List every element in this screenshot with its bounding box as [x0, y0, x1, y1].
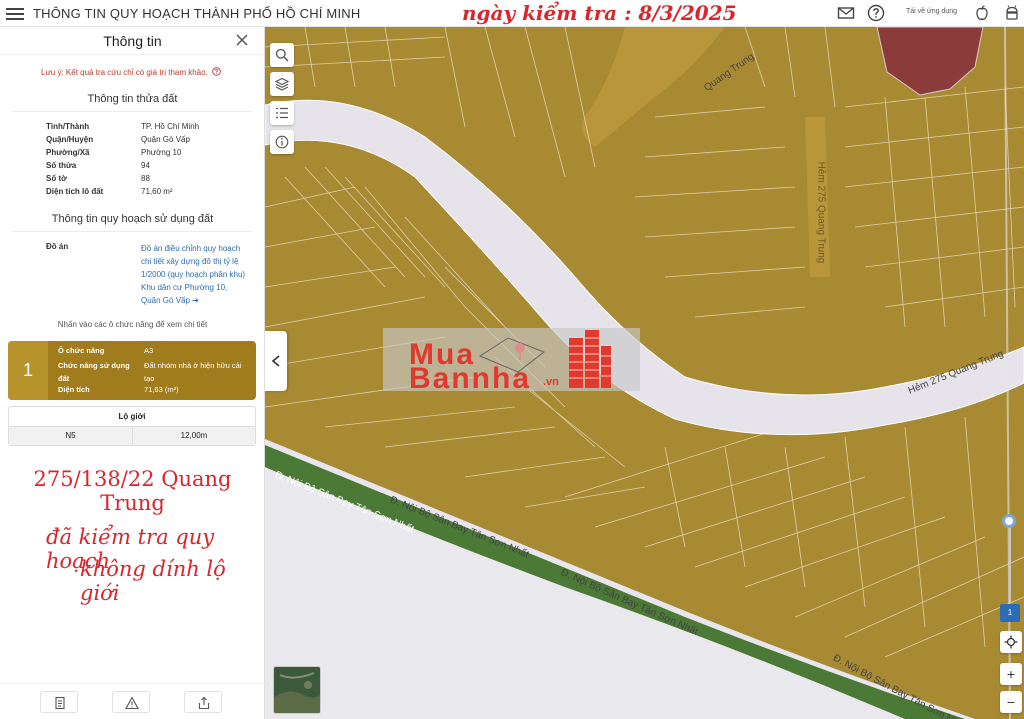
parcel-value-sheet: 88: [141, 174, 150, 183]
date-stamp: ngày kiểm tra : 8/3/2025: [462, 1, 737, 25]
help-icon[interactable]: [867, 4, 885, 22]
search-icon: [275, 48, 289, 62]
red-note-line2: không dính lộ giới: [80, 557, 226, 605]
list-icon: [276, 107, 288, 119]
planning-section-title: Thông tin quy hoạch sử dụng đất: [51, 213, 214, 225]
zone-label-land-use: Chức năng sử dụng đất: [58, 361, 130, 383]
close-icon[interactable]: [236, 34, 248, 46]
share-button[interactable]: [184, 691, 222, 713]
watermark: Mua Bannha .vn: [383, 328, 640, 395]
document-icon: [55, 696, 65, 710]
road-label-hem-vertical: Hẻm 275 Quang Trung: [815, 161, 827, 264]
parcel-label-lot: Số thửa: [46, 161, 77, 170]
zone-label-function-cell: Ô chức năng: [58, 346, 105, 355]
parcel-value-district: Quận Gò Vấp: [141, 135, 190, 144]
parcel-label-area: Diện tích lô đất: [46, 187, 104, 196]
app-title: THÔNG TIN QUY HOẠCH THÀNH PHỐ HỒ CHÍ MIN…: [33, 6, 361, 21]
building-logo-icon: [569, 330, 611, 388]
doan-label: Đồ án: [46, 242, 69, 251]
parcel-value-area: 71,60 m²: [141, 187, 173, 196]
map-legend-button[interactable]: [270, 101, 294, 125]
report-button[interactable]: [112, 691, 150, 713]
chevron-left-icon: [271, 355, 280, 367]
share-icon: [198, 696, 210, 710]
satellite-thumbnail-icon: [274, 667, 320, 713]
doan-link[interactable]: Đồ án điều chỉnh quy hoạch chi tiết xây …: [141, 242, 249, 307]
zone-number: 1: [8, 341, 48, 400]
arrow-right-icon: ➔: [192, 296, 199, 305]
red-note-address: 275/138/22 Quang Trung: [33, 467, 232, 515]
basemap-thumbnail[interactable]: [273, 666, 321, 714]
info-icon: [275, 135, 289, 149]
layers-icon: [275, 77, 289, 91]
divider: [12, 111, 252, 112]
divider: [12, 231, 252, 232]
warning-icon: [125, 696, 139, 710]
parcel-label-district: Quận/Huyện: [46, 135, 94, 144]
watermark-vn: .vn: [543, 376, 559, 388]
app-download-link[interactable]: Tải về ứng dụng: [906, 8, 957, 15]
panel-title: Thông tin: [103, 33, 162, 49]
disclaimer-note: Lưu ý: Kết quả tra cứu chỉ có giá trị th…: [41, 67, 221, 77]
zoom-in-button[interactable]: +: [1000, 663, 1022, 685]
android-icon[interactable]: [1003, 4, 1021, 22]
apple-icon[interactable]: [973, 4, 991, 22]
parcel-label-sheet: Số tờ: [46, 174, 67, 183]
parcel-label-province: Tỉnh/Thành: [46, 122, 90, 131]
parcel-label-ward: Phường/Xã: [46, 148, 90, 157]
question-icon[interactable]: [212, 67, 221, 76]
zone-value-area: 71,63 (m²): [144, 385, 179, 394]
zone-label-area: Diện tích: [58, 385, 90, 394]
parcel-value-lot: 94: [141, 161, 150, 170]
parcel-value-province: TP. Hồ Chí Minh: [141, 122, 200, 131]
zone-value-land-use: Đất nhóm nhà ở hiện hữu cải tạo: [144, 361, 242, 383]
map-info-button[interactable]: [270, 130, 294, 154]
zoom-level-badge: 1: [1000, 604, 1020, 622]
table-row: N5 12,00m: [9, 427, 255, 445]
lo-gioi-table: Lộ giới N5 12,00m: [8, 406, 256, 446]
zone-value-function-cell: A3: [144, 346, 154, 355]
hint-text: Nhấn vào các ô chức năng để xem chi tiết: [57, 320, 208, 329]
lo-gioi-header: Lộ giới: [9, 407, 255, 427]
zone-card[interactable]: 1 Ô chức năng A3 Chức năng sử dụng đất Đ…: [8, 341, 256, 400]
print-button[interactable]: [40, 691, 78, 713]
lo-gioi-width: 12,00m: [132, 427, 255, 445]
zoom-slider-knob[interactable]: [1002, 514, 1016, 528]
mail-icon[interactable]: [837, 4, 855, 22]
collapse-panel-button[interactable]: [265, 331, 287, 391]
parcel-section-title: Thông tin thửa đất: [87, 93, 178, 105]
info-panel: Thông tin Lưu ý: Kết quả tra cứu chỉ có …: [0, 27, 265, 719]
lo-gioi-road-name: N5: [65, 431, 76, 440]
map-search-button[interactable]: [270, 43, 294, 67]
menu-icon[interactable]: [6, 5, 24, 21]
disclaimer-text: Lưu ý: Kết quả tra cứu chỉ có giá trị th…: [41, 68, 208, 77]
top-bar: THÔNG TIN QUY HOẠCH THÀNH PHỐ HỒ CHÍ MIN…: [0, 0, 1024, 27]
map-layers-button[interactable]: [270, 72, 294, 96]
parcel-value-ward: Phường 10: [141, 148, 182, 157]
zoom-out-button[interactable]: −: [1000, 691, 1022, 713]
map-canvas[interactable]: Quang Trung Hẻm 275 Quang Trung Hẻm 275 …: [265, 27, 1024, 719]
locate-button[interactable]: [1000, 631, 1022, 653]
panel-header: Thông tin: [0, 27, 264, 55]
zoom-slider-track[interactable]: [1009, 522, 1011, 602]
panel-bottom-bar: [0, 683, 265, 719]
crosshair-icon: [1004, 635, 1018, 649]
parcel-pin-icon: [478, 337, 546, 373]
